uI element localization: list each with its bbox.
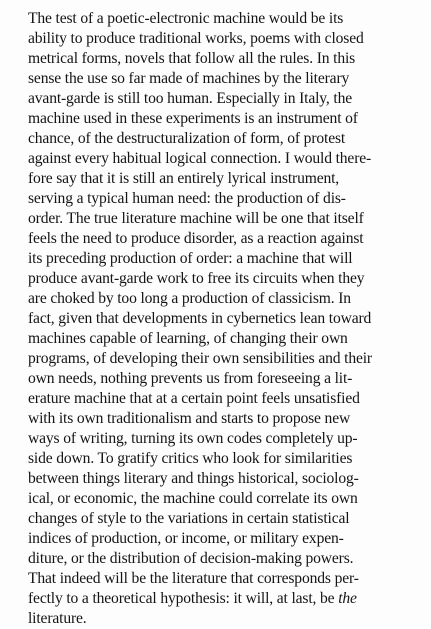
text-line-9: fore say that it is still an entirely ly…: [28, 170, 340, 187]
text-line-14: produce avant-garde work to free its cir…: [28, 270, 365, 287]
text-line-17: machines capable of learning, of changin…: [28, 330, 348, 347]
text-line-5: avant-garde is still too human. Especial…: [28, 90, 353, 107]
text-line-2: ability to produce traditional works, po…: [28, 30, 364, 47]
text-line-6: machine used in these experiments is an …: [28, 110, 358, 127]
text-line-19: own needs, nothing prevents us from fore…: [28, 370, 353, 387]
text-line-31: literature.: [28, 610, 87, 627]
text-line-13: its preceding production of order: a mac…: [28, 250, 353, 267]
text-line-10: serving a typical human need: the produc…: [28, 190, 346, 207]
text-line-29: That indeed will be the literature that …: [28, 570, 359, 587]
text-line-7: chance, of the destructuralization of fo…: [28, 130, 346, 147]
body-paragraph: The test of a poetic-electronic machine …: [28, 9, 420, 629]
text-line-12: feels the need to produce disorder, as a…: [28, 230, 364, 247]
text-line-22: ways of writing, turning its own codes c…: [28, 430, 358, 447]
text-line-26: changes of style to the variations in ce…: [28, 510, 350, 527]
text-line-18: programs, of developing their own sensib…: [28, 350, 372, 367]
document-page: The test of a poetic-electronic machine …: [0, 0, 431, 627]
text-line-28: diture, or the distribution of decision-…: [28, 550, 354, 567]
text-line-30: fectly to a theoretical hypothesis: it w…: [28, 589, 420, 609]
text-line-21: with its own traditionalism and starts t…: [28, 410, 351, 427]
text-line-27: indices of production, or income, or mil…: [28, 530, 344, 547]
text-line-11: order. The true literature machine will …: [28, 210, 364, 227]
text-line-30-main: fectly to a theoretical hypothesis: it w…: [28, 590, 335, 607]
text-line-16: fact, given that developments in cyberne…: [28, 310, 372, 327]
text-line-25: ical, or economic, the machine could cor…: [28, 490, 358, 507]
text-line-24: between things literary and things histo…: [28, 470, 359, 487]
text-line-15: are choked by too long a production of c…: [28, 290, 351, 307]
text-line-4: sense the use so far made of machines by…: [28, 70, 350, 87]
text-line-20: erature machine that at a certain point …: [28, 390, 360, 407]
text-line-23: side down. To gratify critics who look f…: [28, 450, 353, 467]
text-line-1: The test of a poetic-electronic machine …: [28, 10, 344, 27]
text-line-3: metrical forms, novels that follow all t…: [28, 50, 356, 67]
emphasized-word: the: [338, 590, 357, 607]
text-line-8: against every habitual logical connectio…: [28, 150, 372, 167]
